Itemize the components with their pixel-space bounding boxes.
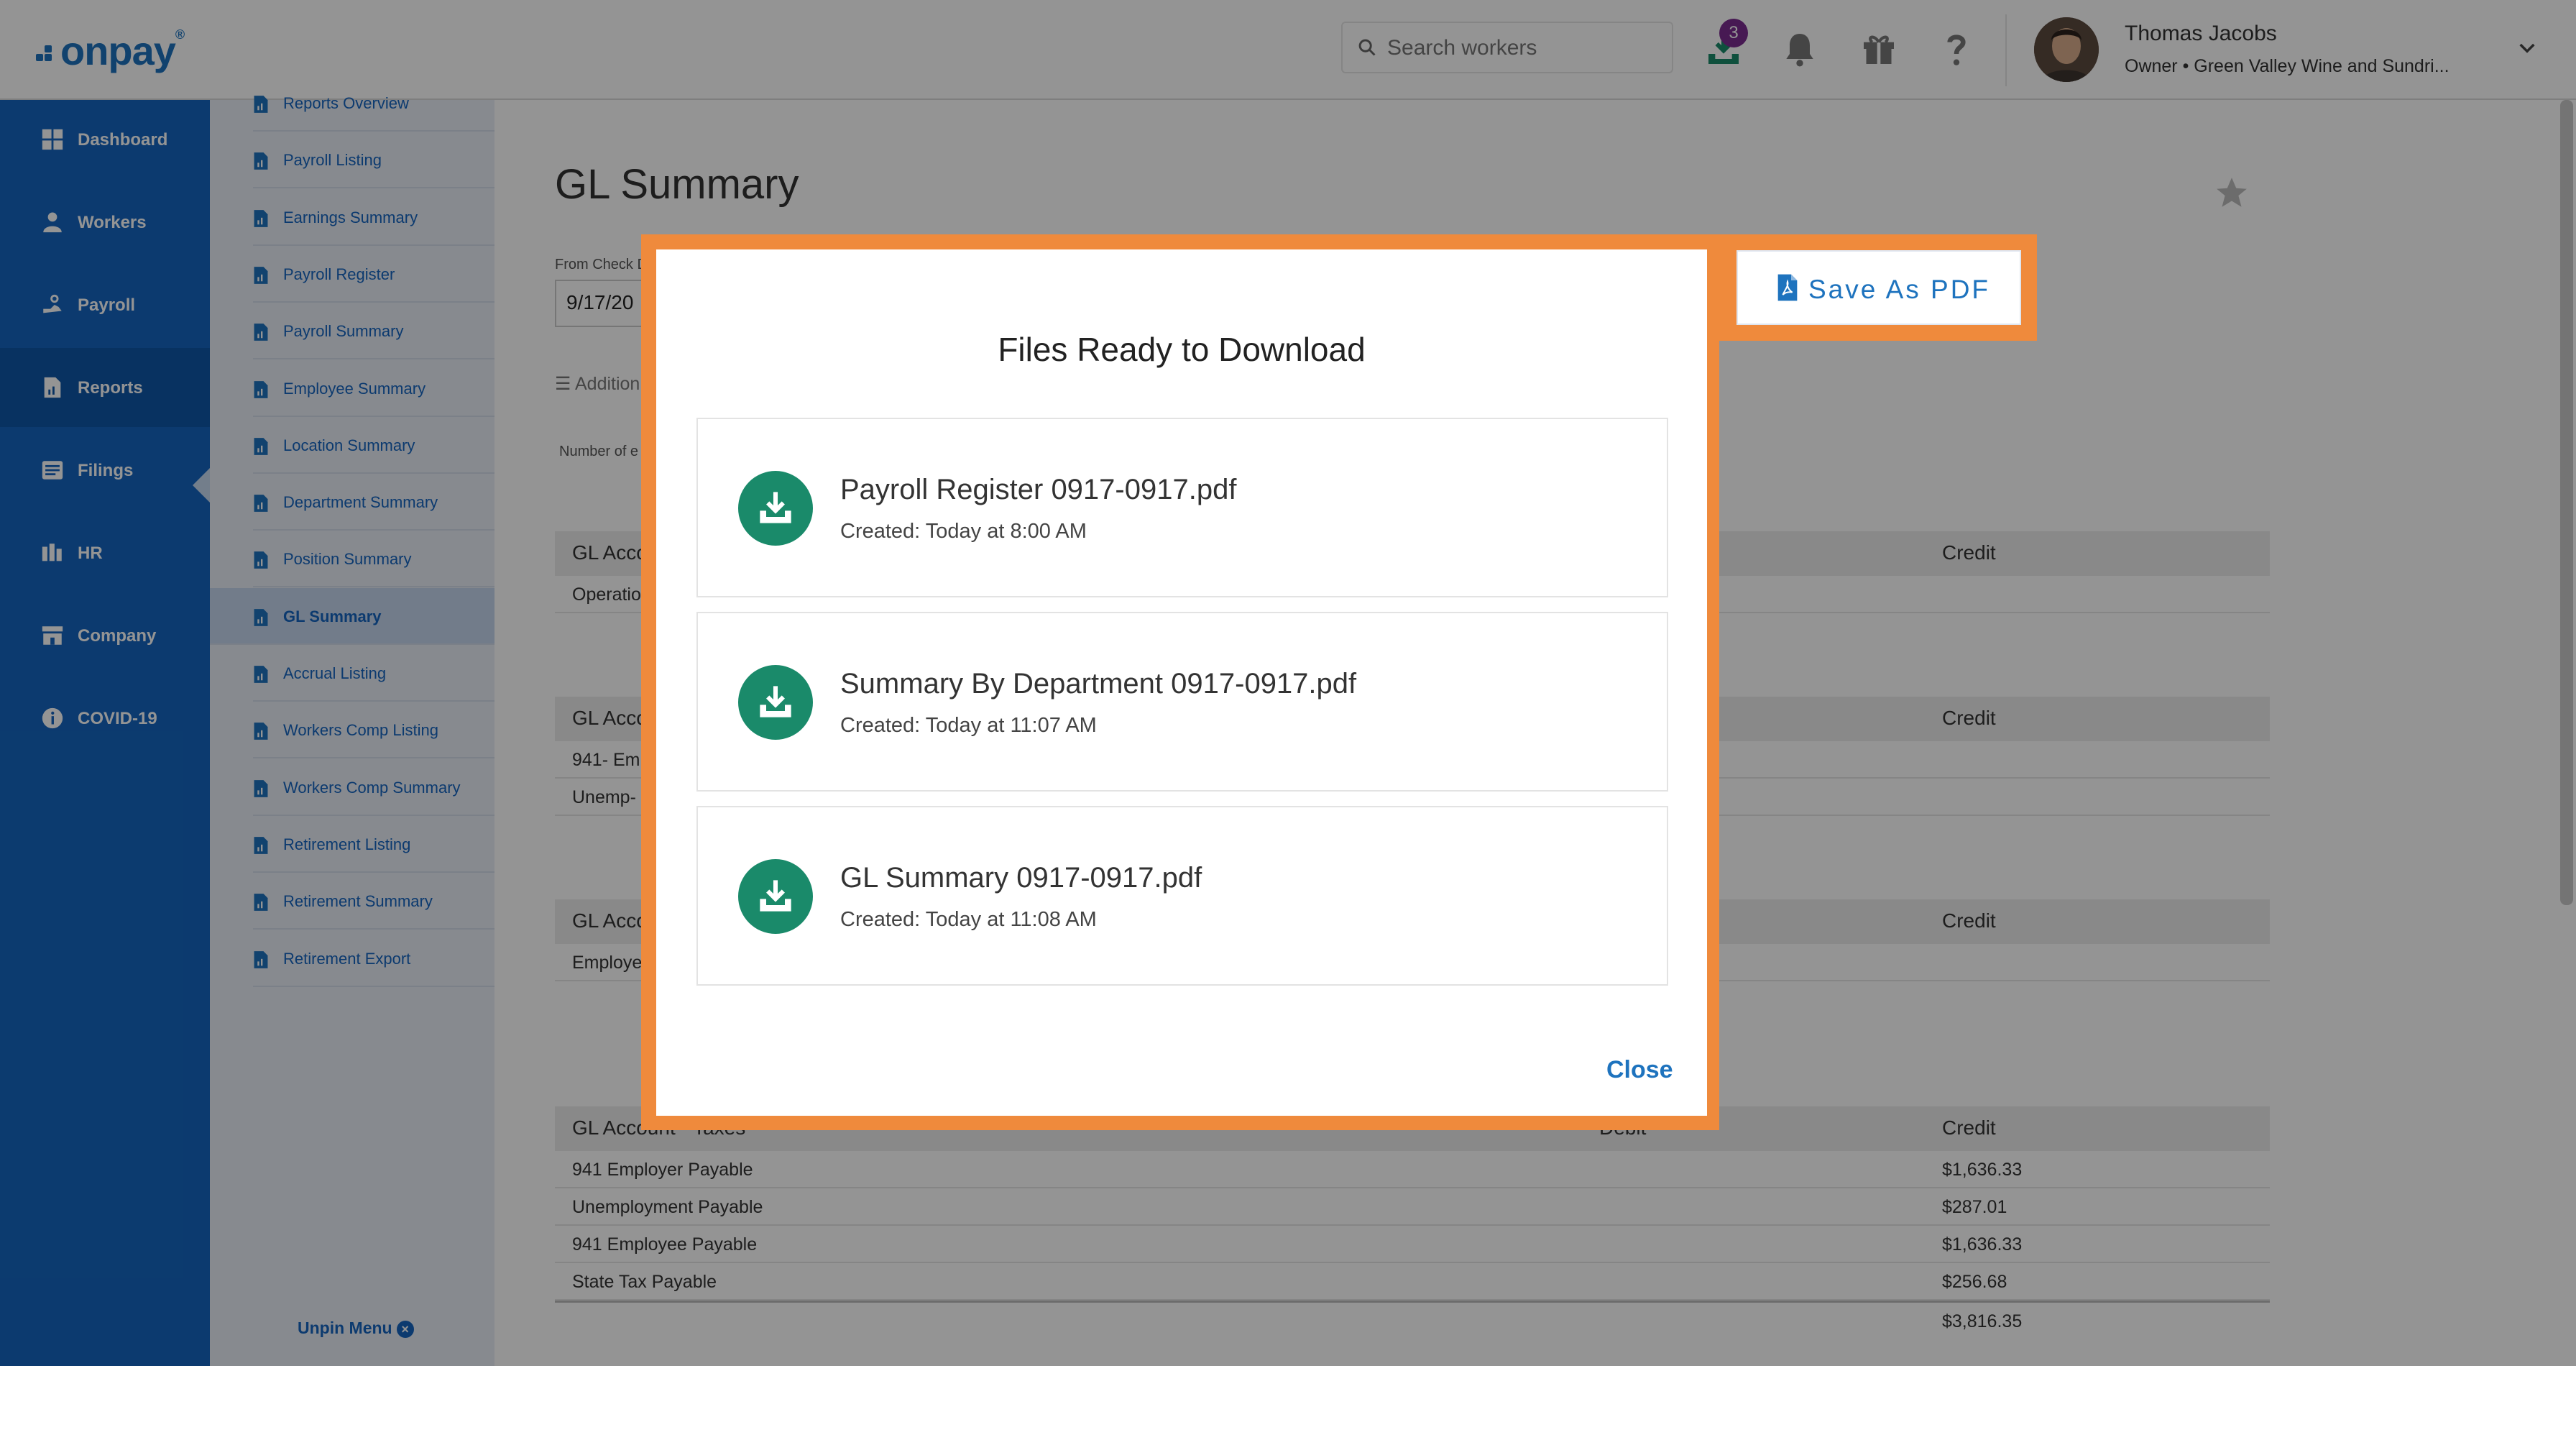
download-icon: [760, 492, 791, 523]
save-as-pdf-button[interactable]: Save As PDF: [1736, 250, 2021, 325]
collapse-label: Collapse: [72, 1420, 139, 1439]
pdf-file-icon: [1777, 274, 1798, 301]
file-item[interactable]: Payroll Register 0917-0917.pdf Created: …: [696, 418, 1668, 597]
file-created: Created: Today at 11:08 AM: [840, 908, 1097, 931]
download-file-button[interactable]: [738, 665, 813, 740]
close-button[interactable]: Close: [1606, 1056, 1673, 1084]
files-ready-dialog: Files Ready to Download Payroll Register…: [656, 249, 1707, 1116]
file-name[interactable]: Summary By Department 0917-0917.pdf: [840, 668, 1356, 700]
file-item[interactable]: GL Summary 0917-0917.pdf Created: Today …: [696, 806, 1668, 986]
file-name[interactable]: GL Summary 0917-0917.pdf: [840, 862, 1202, 894]
download-file-button[interactable]: [738, 859, 813, 934]
download-file-button[interactable]: [738, 471, 813, 546]
file-created: Created: Today at 8:00 AM: [840, 520, 1087, 543]
file-name[interactable]: Payroll Register 0917-0917.pdf: [840, 474, 1236, 506]
file-created: Created: Today at 11:07 AM: [840, 714, 1097, 737]
collapse-button[interactable]: ‹Collapse: [66, 1420, 139, 1440]
file-item[interactable]: Summary By Department 0917-0917.pdf Crea…: [696, 612, 1668, 792]
save-as-pdf-label: Save As PDF: [1808, 275, 1991, 304]
download-icon: [760, 686, 791, 717]
download-icon: [760, 880, 791, 912]
dialog-title: Files Ready to Download: [998, 331, 1366, 368]
